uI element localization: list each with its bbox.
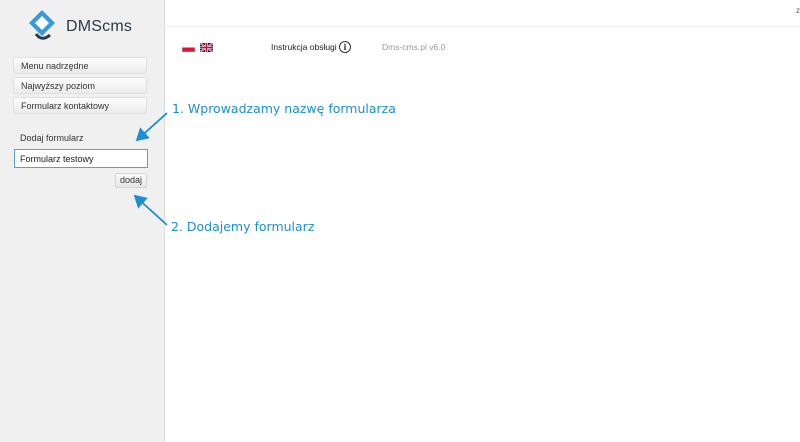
arrow-step2 bbox=[133, 194, 168, 226]
annotation-arrows bbox=[133, 112, 168, 226]
arrow-step1 bbox=[135, 112, 168, 142]
annotation-step1: 1. Wprowadzamy nazwę formularza bbox=[172, 101, 396, 116]
annotation-step2: 2. Dodajemy formularz bbox=[171, 219, 315, 234]
